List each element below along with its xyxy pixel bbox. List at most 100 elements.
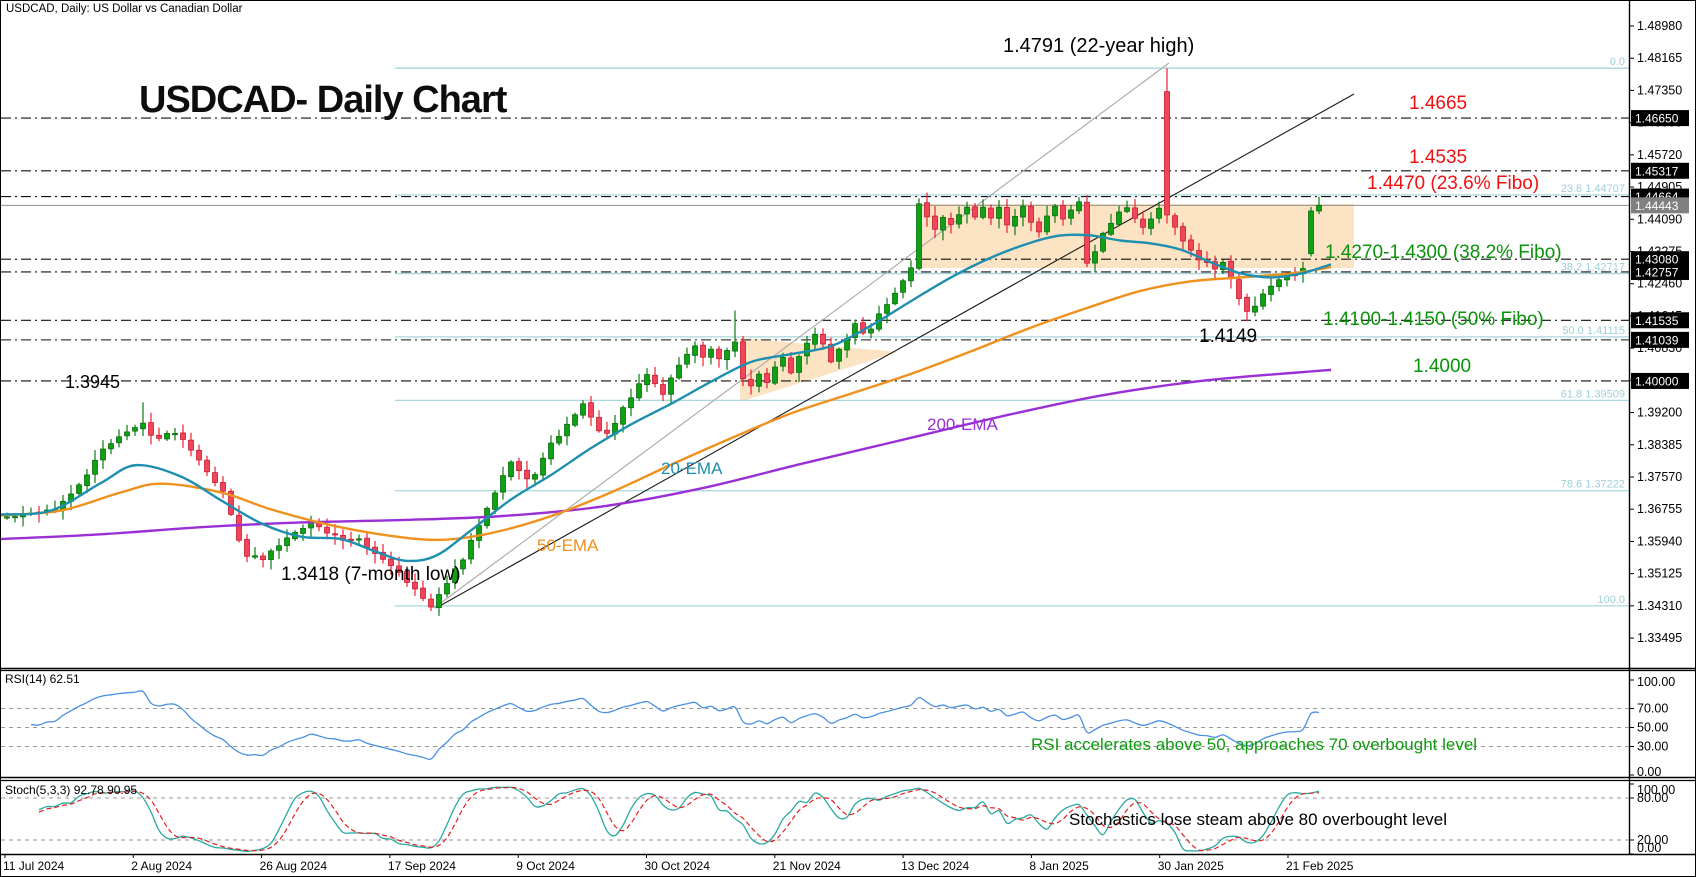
- bull-candle: [1261, 294, 1266, 306]
- bear-candle: [597, 417, 602, 430]
- bull-candle: [109, 444, 114, 449]
- bear-candle: [1173, 216, 1178, 227]
- bear-candle: [525, 470, 530, 479]
- bull-candle: [141, 423, 146, 429]
- bear-candle: [421, 588, 426, 598]
- price-tick-label: 1.48980: [1637, 19, 1682, 33]
- bear-candle: [717, 349, 722, 359]
- bull-candle: [173, 433, 178, 434]
- date-label: 11 Jul 2024: [3, 859, 64, 873]
- bull-candle: [773, 367, 778, 383]
- bull-candle: [997, 207, 1002, 218]
- bull-candle: [621, 408, 626, 425]
- bear-candle: [221, 482, 226, 491]
- price-tick-label: 1.34310: [1637, 599, 1682, 613]
- price-tick-label: 1.38385: [1637, 438, 1682, 452]
- bear-candle: [1005, 207, 1010, 224]
- bear-candle: [821, 334, 826, 344]
- rsi-tick-label: 0.00: [1637, 765, 1661, 779]
- bull-candle: [1045, 216, 1050, 232]
- bull-candle: [669, 378, 674, 394]
- bear-candle: [605, 430, 610, 433]
- bear-candle: [205, 460, 210, 472]
- rsi-tick-label: 50.00: [1637, 721, 1668, 735]
- bear-candle: [213, 473, 218, 483]
- bear-candle: [1165, 92, 1170, 215]
- bull-candle: [533, 474, 538, 479]
- time-axis: 11 Jul 20242 Aug 202426 Aug 202417 Sep 2…: [3, 854, 1354, 873]
- bear-candle: [741, 342, 746, 379]
- bear-candle: [189, 440, 194, 450]
- fibonacci-retracement: 0.023.6 1.4470738.2 1.4271750.0 1.411156…: [395, 56, 1629, 606]
- ema50-label: 50-EMA: [537, 536, 598, 556]
- bull-candle: [101, 449, 106, 460]
- bull-candle: [493, 493, 498, 509]
- bull-candle: [1269, 286, 1274, 294]
- consolidation-zone-nov: [740, 338, 898, 402]
- price-tick-label: 1.33495: [1637, 631, 1682, 645]
- bull-candle: [277, 546, 282, 551]
- date-label: 17 Sep 2024: [388, 859, 456, 873]
- bull-candle: [1117, 212, 1122, 224]
- bear-candle: [429, 599, 434, 607]
- bear-candle: [925, 203, 930, 217]
- date-label: 21 Feb 2025: [1286, 859, 1354, 873]
- bull-candle: [581, 404, 586, 415]
- bull-candle: [909, 268, 914, 281]
- bull-candle: [1309, 211, 1314, 254]
- date-label: 21 Nov 2024: [773, 859, 841, 873]
- svg-text:1.45317: 1.45317: [1635, 164, 1679, 178]
- bull-candle: [1053, 206, 1058, 216]
- bear-candle: [197, 450, 202, 460]
- bull-candle: [1149, 219, 1154, 228]
- bull-candle: [117, 437, 122, 443]
- bull-candle: [965, 207, 970, 214]
- bull-candle: [1109, 223, 1114, 234]
- bull-candle: [469, 540, 474, 559]
- bear-candle: [1245, 297, 1250, 311]
- resistance-label-14665: 1.4665: [1409, 93, 1467, 115]
- svg-text:1.44443: 1.44443: [1635, 199, 1679, 213]
- bear-candle: [157, 435, 162, 438]
- bull-candle: [437, 594, 442, 607]
- price-tick-label: 1.36755: [1637, 502, 1682, 516]
- level-price-box: 1.46650: [1631, 110, 1689, 126]
- date-label: 30 Oct 2024: [645, 859, 711, 873]
- bear-candle: [1181, 227, 1186, 241]
- bear-candle: [365, 538, 370, 547]
- stoch-annotation: Stochastics lose steam above 80 overboug…: [1069, 810, 1447, 830]
- bull-candle: [813, 334, 818, 344]
- bear-candle: [245, 539, 250, 556]
- fibo-label-78.6: 78.6 1.37222: [1561, 479, 1625, 491]
- fibo-label-23.6: 23.6 1.44707: [1561, 183, 1625, 195]
- ema200-label: 200-EMA: [927, 415, 998, 435]
- bull-candle: [725, 350, 730, 359]
- svg-text:1.42757: 1.42757: [1635, 265, 1679, 279]
- bear-candle: [261, 556, 266, 560]
- svg-text:1.41535: 1.41535: [1635, 314, 1679, 328]
- bear-candle: [237, 515, 242, 540]
- bull-candle: [461, 560, 466, 569]
- fibo-label-61.8: 61.8 1.39509: [1561, 388, 1625, 400]
- bull-candle: [77, 485, 82, 494]
- ema20-label: 20-EMA: [661, 459, 722, 479]
- bear-candle: [1029, 206, 1034, 222]
- price-tick-label: 1.35940: [1637, 534, 1682, 548]
- bull-candle: [1277, 280, 1282, 287]
- annotation-aug-peak: 1.3945: [65, 372, 120, 393]
- price-tick-label: 1.47350: [1637, 83, 1682, 97]
- date-label: 13 Dec 2024: [901, 859, 969, 873]
- bull-candle: [477, 526, 482, 541]
- bear-candle: [333, 534, 338, 535]
- level-price-box: 1.41535: [1631, 312, 1689, 328]
- rsi-panel: 100.0070.0050.0030.000.00: [1, 675, 1675, 779]
- symbol-header: USDCAD, Daily: US Dollar vs Canadian Dol…: [6, 3, 242, 15]
- bull-candle: [1253, 306, 1258, 312]
- bull-candle: [165, 433, 170, 438]
- bull-candle: [269, 551, 274, 560]
- rsi-tick-label: 70.00: [1637, 702, 1668, 716]
- gray-trendline: [434, 63, 1169, 608]
- bear-candle: [1085, 202, 1090, 263]
- svg-text:1.41039: 1.41039: [1635, 333, 1679, 347]
- bull-candle: [805, 343, 810, 356]
